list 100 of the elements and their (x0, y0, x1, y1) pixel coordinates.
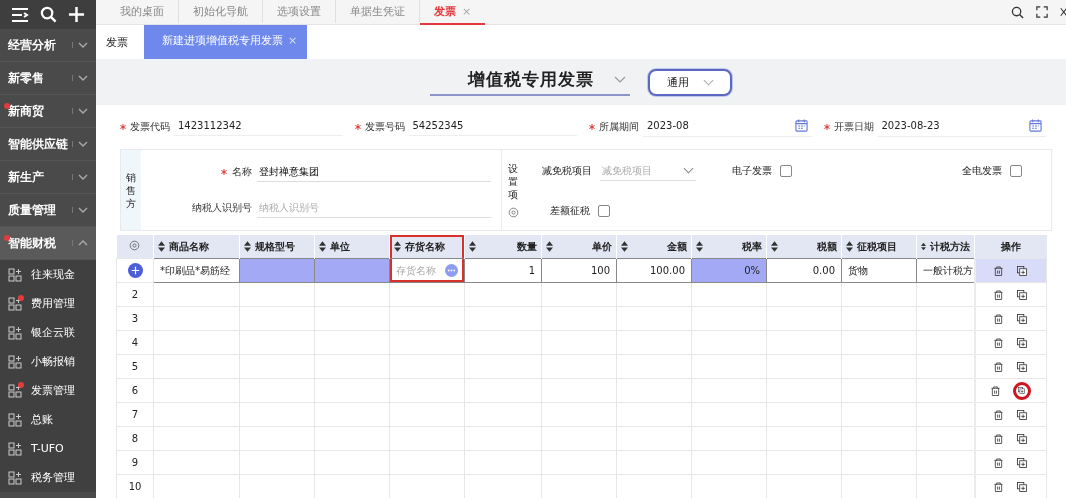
settings-icon[interactable] (507, 207, 519, 218)
column-header[interactable]: 税额 (766, 235, 842, 259)
module-icon (8, 383, 22, 398)
column-header[interactable]: 存货名称 (389, 235, 465, 259)
column-header[interactable]: 单价 (541, 235, 617, 259)
sidebar-item[interactable]: 总账 (0, 405, 96, 434)
tab[interactable]: 选项设置 (263, 0, 336, 23)
sort-icon[interactable] (546, 241, 553, 252)
column-header[interactable]: 单位 (314, 235, 390, 259)
checkbox[interactable] (1010, 165, 1022, 178)
delete-icon[interactable] (990, 385, 1000, 396)
table-cell[interactable]: 货物 (841, 258, 917, 283)
settings-icon[interactable] (129, 240, 141, 251)
delete-icon[interactable] (993, 361, 1003, 372)
row-number: 3 (131, 313, 139, 324)
calendar-icon[interactable] (794, 119, 808, 132)
column-header[interactable]: 数量 (464, 235, 542, 259)
table-cell[interactable]: 1 (464, 258, 542, 283)
row-number: 5 (131, 361, 139, 372)
sort-icon[interactable] (244, 241, 251, 252)
column-header[interactable]: 规格型号 (239, 235, 315, 259)
column-header: 操作 (974, 235, 1047, 259)
caret-icon (72, 108, 88, 114)
delete-icon[interactable] (993, 433, 1003, 444)
delete-icon[interactable] (993, 457, 1003, 468)
sidebar-item[interactable]: 费用管理 (0, 289, 96, 318)
copy-icon[interactable] (1016, 313, 1027, 324)
sidebar-item[interactable]: 银企云联 (0, 318, 96, 347)
table-cell[interactable]: 0.00 (766, 258, 842, 283)
delete-icon[interactable] (993, 289, 1003, 300)
column-header[interactable]: 税率 (691, 235, 767, 259)
delete-icon[interactable] (993, 337, 1003, 348)
copy-icon[interactable] (1016, 433, 1027, 444)
copy-icon[interactable] (1016, 481, 1027, 492)
column-header[interactable]: 征税项目 (841, 235, 917, 259)
table-cell[interactable]: 100 (541, 258, 617, 283)
table-cell[interactable] (314, 258, 390, 283)
table-cell[interactable]: *印刷品*易筋经 (153, 258, 240, 283)
table-cell[interactable] (239, 258, 315, 283)
copy-icon[interactable] (1016, 289, 1027, 300)
delete-icon[interactable] (993, 265, 1003, 276)
delete-icon[interactable] (993, 481, 1003, 492)
delete-icon[interactable] (993, 313, 1003, 324)
sidebar-item[interactable]: 小畅报销 (0, 347, 96, 376)
caret-icon (683, 167, 694, 175)
sort-icon[interactable] (319, 241, 326, 252)
input-field[interactable]: 54252345 (408, 118, 577, 136)
section-label: 销售方 (121, 150, 141, 230)
copy-icon[interactable] (1018, 387, 1026, 394)
copy-icon[interactable] (1016, 361, 1027, 372)
sort-icon[interactable] (921, 241, 926, 252)
module-icon (8, 296, 22, 311)
sort-icon[interactable] (846, 241, 853, 252)
sort-icon[interactable] (394, 241, 401, 252)
table-cell[interactable]: 0% (691, 258, 767, 283)
column-header[interactable]: 商品名称 (153, 235, 240, 259)
sort-icon[interactable] (469, 241, 476, 252)
row-number: 4 (131, 337, 139, 348)
checkbox[interactable] (780, 165, 792, 178)
table-cell[interactable]: 100.00 (616, 258, 692, 283)
tab[interactable]: 我的桌面 (106, 0, 179, 23)
sidebar-item[interactable]: 税务管理 (0, 463, 96, 492)
close-icon[interactable] (1060, 6, 1066, 18)
invoice-type-select[interactable]: 增值税专用发票 (430, 68, 630, 96)
sort-icon[interactable] (696, 241, 703, 252)
sort-icon[interactable] (158, 241, 165, 252)
input-field[interactable]: 2023-08 (643, 117, 812, 137)
copy-icon[interactable] (1016, 409, 1027, 420)
sort-icon[interactable] (621, 241, 628, 252)
module-icon (8, 325, 22, 340)
table-cell[interactable]: 一般计税方 (916, 258, 975, 283)
column-header[interactable]: 金额 (616, 235, 692, 259)
tab[interactable]: 单据生凭证 (336, 0, 420, 23)
copy-icon[interactable] (1016, 265, 1027, 276)
add-icon[interactable] (67, 6, 85, 23)
sidebar-item[interactable]: 发票管理 (0, 376, 96, 405)
caret-icon (614, 76, 626, 83)
tab[interactable]: 发票 (106, 25, 128, 59)
sidebar-item[interactable]: 往来现金 (0, 260, 96, 289)
copy-icon[interactable] (1016, 337, 1027, 348)
more-button[interactable] (445, 264, 458, 277)
sort-icon[interactable] (771, 241, 778, 252)
sidebar-group[interactable]: 智能财税 (0, 227, 96, 260)
caret-icon (72, 42, 88, 48)
checkbox[interactable] (598, 205, 610, 218)
column-header[interactable]: 计税方法 (916, 235, 975, 259)
delete-icon[interactable] (993, 409, 1003, 420)
tab[interactable]: 发票 × (420, 0, 486, 25)
search-icon[interactable] (40, 6, 57, 23)
copy-icon[interactable] (1016, 457, 1027, 468)
search-icon[interactable] (1011, 5, 1024, 19)
template-select[interactable]: 通用 (648, 68, 732, 96)
fullscreen-icon[interactable] (1036, 6, 1048, 18)
sidebar-item[interactable]: T-UFO (0, 434, 96, 463)
input-field[interactable]: 2023-08-23 (877, 117, 1046, 137)
menu-icon[interactable] (11, 6, 30, 23)
calendar-icon[interactable] (1029, 119, 1042, 132)
input-field[interactable]: 1423112342 (174, 118, 343, 136)
add-row-button[interactable] (127, 263, 143, 278)
caret-icon (702, 78, 714, 86)
